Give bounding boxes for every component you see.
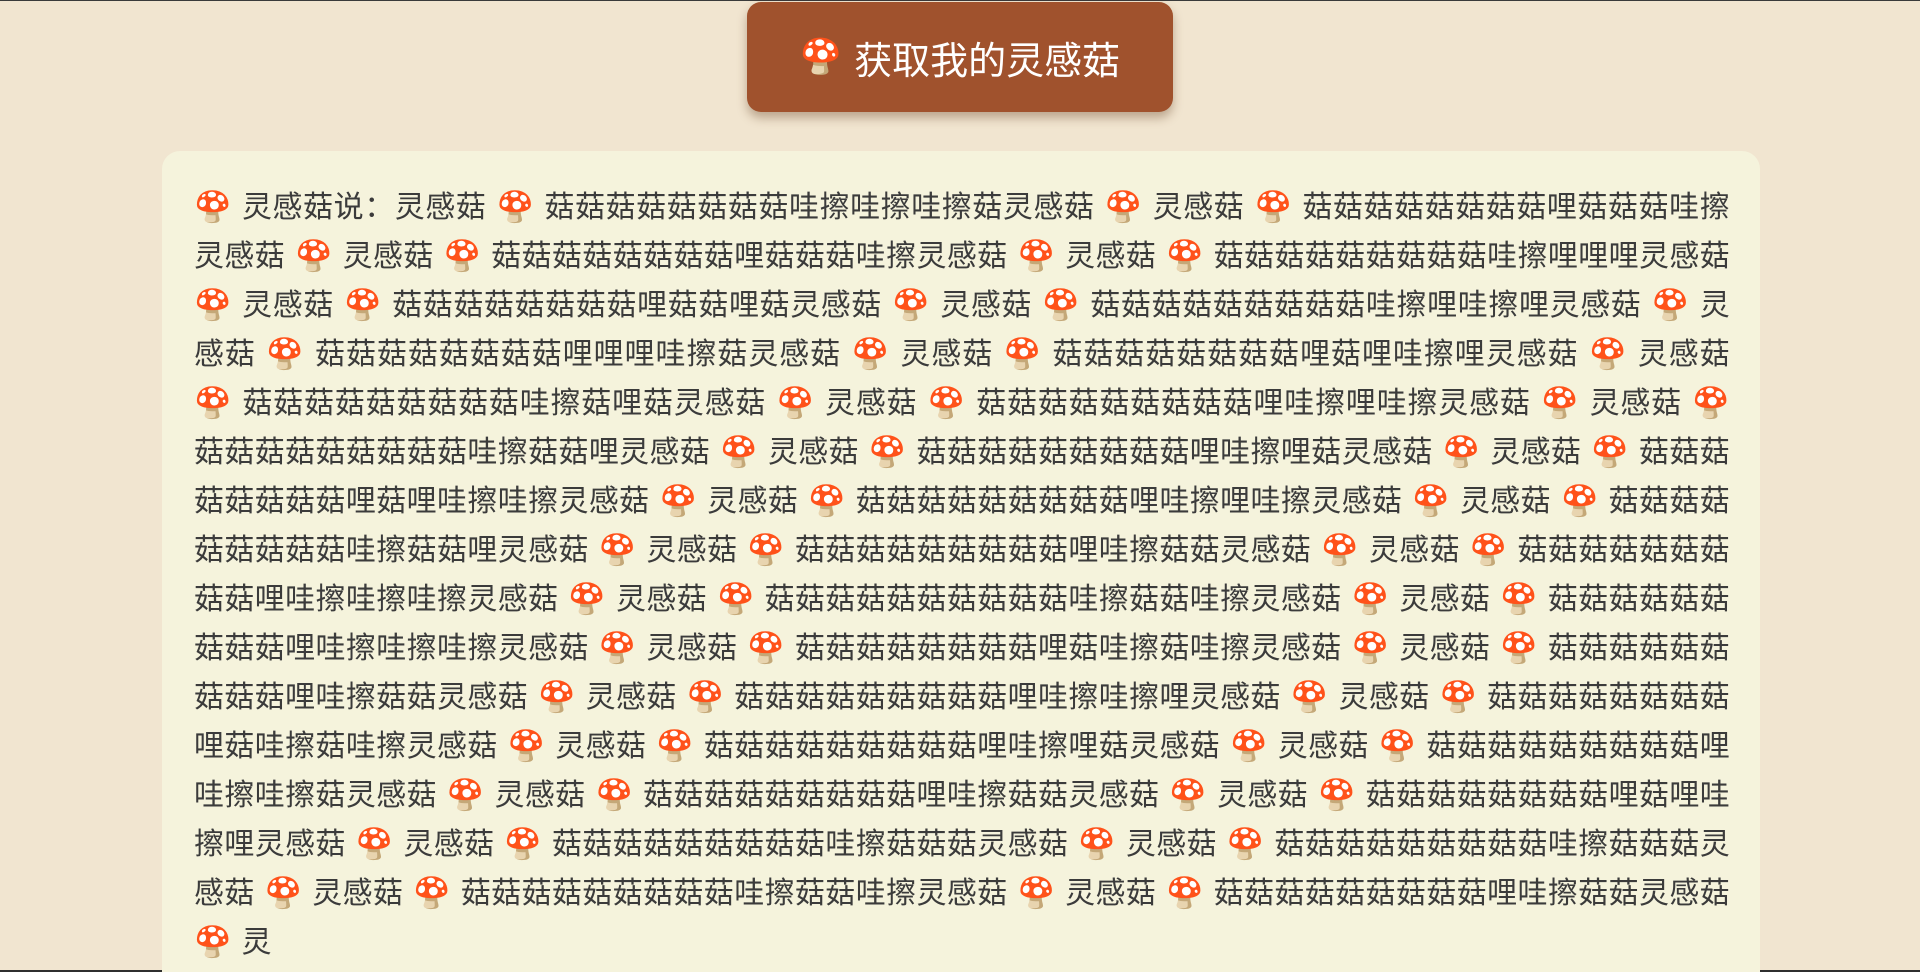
page: 🍄 获取我的灵感菇 🍄 灵感菇说：灵感菇 🍄 菇菇菇菇菇菇菇菇哇擦哇擦哇擦菇灵感… bbox=[0, 0, 1920, 972]
get-inspiration-mushroom-label: 获取我的灵感菇 bbox=[854, 38, 1121, 83]
mushroom-icon: 🍄 bbox=[799, 37, 843, 77]
output-text: 🍄 灵感菇说：灵感菇 🍄 菇菇菇菇菇菇菇菇哇擦哇擦哇擦菇灵感菇 🍄 灵感菇 🍄 … bbox=[194, 190, 1730, 960]
get-inspiration-mushroom-button[interactable]: 🍄 获取我的灵感菇 bbox=[747, 2, 1173, 112]
output-card: 🍄 灵感菇说：灵感菇 🍄 菇菇菇菇菇菇菇菇哇擦哇擦哇擦菇灵感菇 🍄 灵感菇 🍄 … bbox=[162, 151, 1760, 972]
